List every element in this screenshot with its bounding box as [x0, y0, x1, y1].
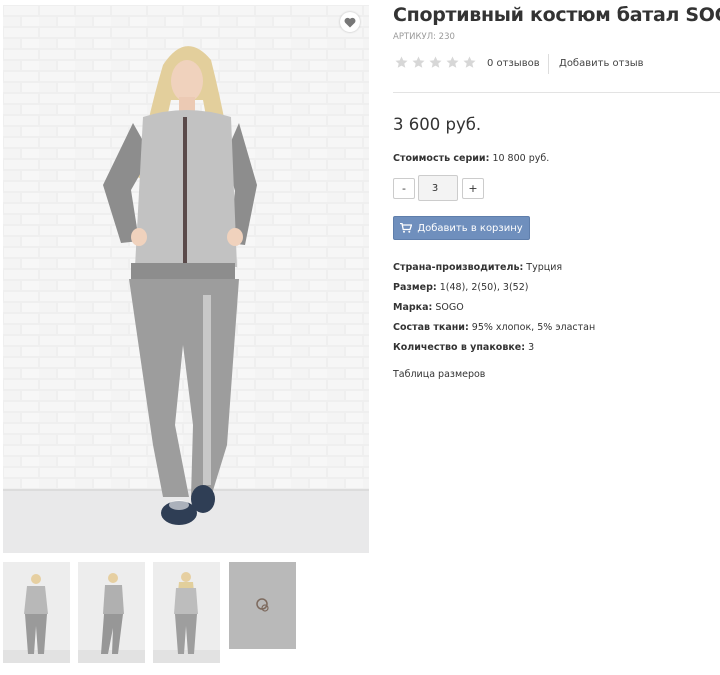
heart-icon — [344, 17, 356, 27]
series-cost-label: Стоимость серии: — [393, 153, 490, 164]
spec-row: Страна-производитель: Турция — [393, 262, 562, 273]
series-cost: Стоимость серии: 10 800 руб. — [393, 153, 549, 164]
thumbnail-side-view[interactable] — [78, 562, 145, 663]
thumbnail-fabric-detail[interactable] — [229, 562, 296, 649]
size-table-link[interactable]: Таблица размеров — [393, 369, 485, 380]
spec-value: 1(48), 2(50), 3(52) — [439, 282, 529, 293]
reviews-count[interactable]: 0 отзывов — [487, 58, 540, 69]
thumbnail-front-view[interactable] — [3, 562, 70, 663]
spec-label: Состав ткани: — [393, 322, 469, 333]
star-icon[interactable] — [412, 56, 425, 69]
product-sku: АРТИКУЛ: 230 — [393, 32, 455, 42]
star-icon[interactable] — [395, 56, 408, 69]
main-product-image[interactable] — [3, 5, 369, 553]
spec-value: 95% хлопок, 5% эластан — [471, 322, 596, 333]
add-review-link[interactable]: Добавить отзыв — [559, 58, 644, 69]
divider — [393, 92, 720, 93]
thumbnail-back-view[interactable] — [153, 562, 220, 663]
product-title: Спортивный костюм батал SOGO — [393, 4, 720, 26]
rating-row: 0 отзывов Добавить отзыв — [393, 54, 720, 74]
series-cost-value: 10 800 руб. — [492, 153, 550, 164]
star-icon[interactable] — [446, 56, 459, 69]
quantity-input[interactable] — [418, 175, 458, 201]
divider — [548, 54, 549, 74]
spec-row: Количество в упаковке: 3 — [393, 342, 534, 353]
star-icon[interactable] — [463, 56, 476, 69]
favorite-button[interactable] — [340, 12, 360, 32]
spec-value: 3 — [528, 342, 535, 353]
quantity-increase-button[interactable]: + — [462, 178, 484, 199]
spec-value: SOGO — [435, 302, 464, 313]
spec-row: Марка: SOGO — [393, 302, 464, 313]
add-to-cart-button[interactable]: Добавить в корзину — [393, 216, 530, 240]
spec-row: Состав ткани: 95% хлопок, 5% эластан — [393, 322, 595, 333]
star-icon[interactable] — [429, 56, 442, 69]
add-to-cart-label: Добавить в корзину — [417, 222, 523, 234]
spec-label: Размер: — [393, 282, 437, 293]
quantity-decrease-button[interactable]: - — [393, 178, 415, 199]
spec-row: Размер: 1(48), 2(50), 3(52) — [393, 282, 528, 293]
spec-label: Количество в упаковке: — [393, 342, 526, 353]
spec-value: Турция — [526, 262, 563, 273]
spec-label: Страна-производитель: — [393, 262, 524, 273]
cart-icon — [400, 223, 413, 233]
spec-label: Марка: — [393, 302, 433, 313]
product-price: 3 600 руб. — [393, 115, 482, 134]
